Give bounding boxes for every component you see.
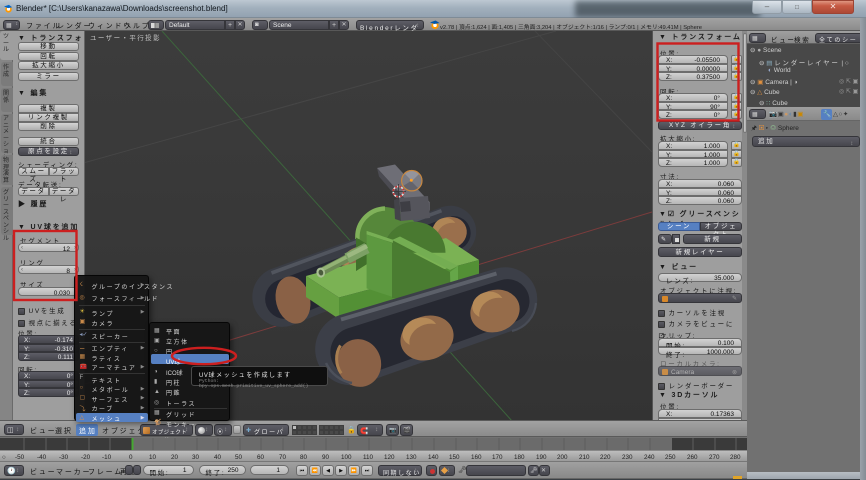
svg-text:ユーザー・平行投影: ユーザー・平行投影 <box>90 33 161 42</box>
